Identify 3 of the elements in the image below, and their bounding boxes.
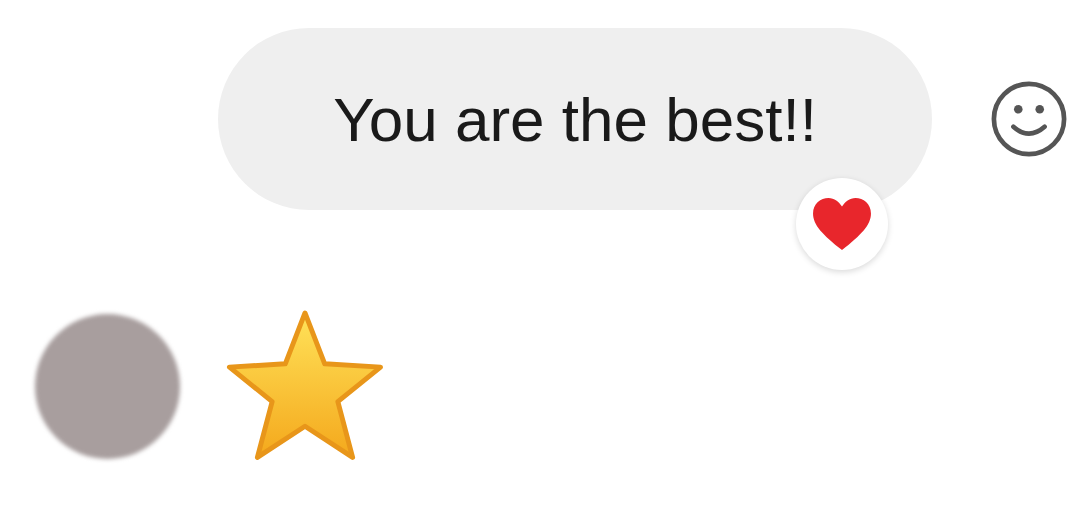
message-text: You are the best!! (333, 83, 817, 156)
smiley-icon[interactable] (990, 80, 1068, 158)
heart-icon (811, 196, 873, 252)
